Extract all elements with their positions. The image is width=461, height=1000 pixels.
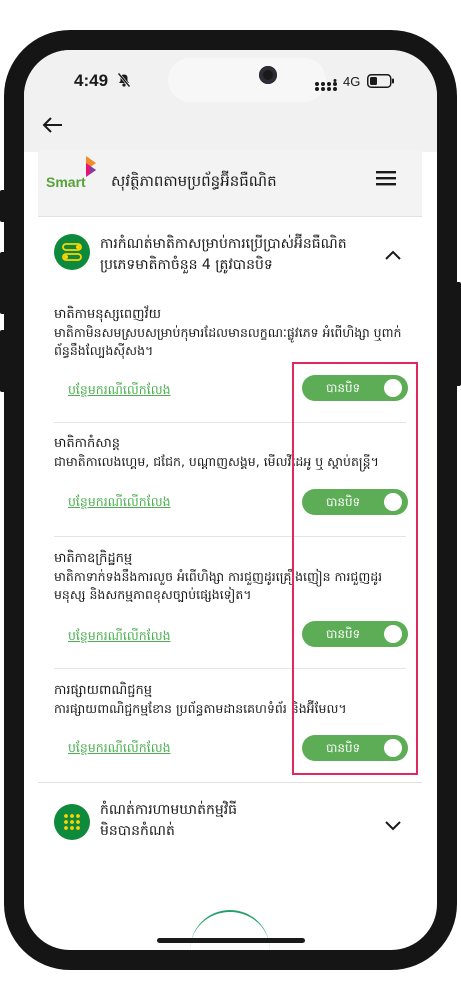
category-description: មាតិកាមិនសមស្របសម្រាប់កុមារដែលមានលក្ខណៈផ… [54,325,402,358]
network-type: 4G [343,74,361,89]
battery-icon [367,73,395,92]
content-filter-title: ការកំណត់មាតិកាសម្រាប់ការប្រើប្រាស់អ៊ីនធឺ… [100,236,347,273]
smart-logo: Smart [46,156,102,200]
cell-signal-icon [314,76,338,95]
arrow-left-icon[interactable] [42,116,64,138]
dynamic-island [168,58,326,102]
add-exception-link[interactable]: បន្ថែមករណីលើកលែង [68,494,171,513]
add-exception-link[interactable]: បន្ថែមករណីលើកលែង [68,628,171,647]
home-indicator[interactable] [157,938,305,943]
hamburger-icon[interactable] [374,168,398,192]
app-blocking-title: កំណត់ការហាមឃាត់កម្មវិធី មិនបានកំណត់ [100,802,238,839]
phone-screen: 4:49 4G Smart សុវត្ថិភាពតាមប្រព័ន្ធអ៊ីនធ… [24,50,437,950]
bell-slash-icon [116,72,132,92]
volume-down-button [0,330,6,392]
add-exception-link[interactable]: បន្ថែមករណីលើកលែង [68,382,171,401]
add-exception-link[interactable]: បន្ថែមករណីលើកលែង [68,740,171,759]
category-title: មាតិកាមនុស្សពេញវ័យ [54,307,162,322]
category-adult-content: មាតិកាមនុស្សពេញវ័យ មាតិកាមិនសមស្របសម្រាប… [54,306,406,360]
power-button [455,282,461,386]
volume-up-button [0,252,6,314]
grid-icon [54,804,90,840]
app-blocking-section-header[interactable]: កំណត់ការហាមឃាត់កម្មវិធី មិនបានកំណត់ [38,796,422,852]
toggles-icon [54,234,90,270]
status-time: 4:49 [74,71,109,90]
page-header: Smart សុវត្ថិភាពតាមប្រព័ន្ធអ៊ីនធឺណិត [38,150,422,217]
section-divider [38,782,422,783]
content-filter-section-header[interactable]: ការកំណត់មាតិកាសម្រាប់ការប្រើប្រាស់អ៊ីនធឺ… [38,228,422,288]
mute-switch [0,190,6,222]
bottom-action-arc[interactable] [190,910,270,950]
smart-logo-mark [82,156,100,184]
page-title: សុវត្ថិភាពតាមប្រព័ន្ធអ៊ីនធឺណិត [111,172,277,190]
toggle-highlight-box [292,362,418,775]
chevron-up-icon[interactable] [384,246,402,265]
chevron-down-icon[interactable] [384,816,402,835]
camera-dot [259,66,277,84]
